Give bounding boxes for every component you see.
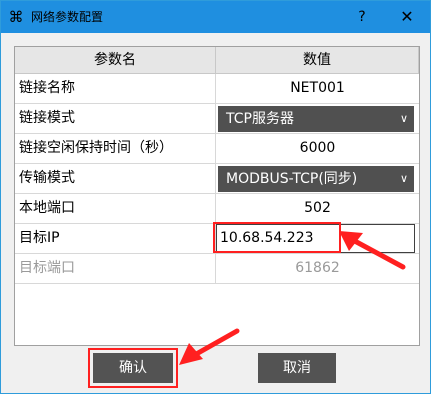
- dropdown-value: TCP服务器: [226, 111, 294, 127]
- network-config-dialog: ⌘ 网络参数配置 ? ✕ 参数名 数值 链接名称 NET001 链接模式 TCP…: [0, 0, 431, 394]
- chevron-down-icon[interactable]: ∨: [400, 106, 408, 132]
- param-name: 本地端口: [15, 194, 216, 223]
- dropdown-value: MODBUS-TCP(同步): [226, 171, 358, 187]
- param-name: 目标IP: [15, 224, 216, 253]
- link-mode-dropdown[interactable]: TCP服务器 ∨: [218, 106, 414, 132]
- param-value[interactable]: 502: [216, 194, 419, 223]
- annotation-arrow-icon: [339, 231, 406, 270]
- param-value[interactable]: 6000: [216, 134, 419, 163]
- param-name: 链接空闲保持时间（秒）: [15, 134, 216, 163]
- param-name: 链接模式: [15, 104, 216, 133]
- confirm-button[interactable]: 确认: [93, 353, 173, 383]
- chevron-down-icon[interactable]: ∨: [400, 166, 408, 192]
- annotation-arrow-icon: [179, 328, 240, 365]
- column-header-value: 数值: [216, 47, 419, 74]
- window-title: 网络参数配置: [31, 10, 104, 24]
- param-name: 链接名称: [15, 74, 216, 103]
- column-header-name: 参数名: [15, 47, 216, 74]
- table-row[interactable]: 链接模式 TCP服务器 ∨: [15, 104, 419, 134]
- cancel-button[interactable]: 取消: [258, 353, 336, 383]
- transfer-mode-dropdown[interactable]: MODBUS-TCP(同步) ∨: [218, 166, 414, 192]
- title-bar[interactable]: ⌘ 网络参数配置 ? ✕: [1, 1, 430, 33]
- table-row[interactable]: 本地端口 502: [15, 194, 419, 224]
- param-name: 目标端口: [15, 254, 216, 283]
- table-row[interactable]: 链接空闲保持时间（秒） 6000: [15, 134, 419, 164]
- param-value[interactable]: NET001: [216, 74, 419, 103]
- annotation-highlight: [213, 222, 341, 253]
- table-row[interactable]: 传输模式 MODBUS-TCP(同步) ∨: [15, 164, 419, 194]
- close-button[interactable]: ✕: [393, 5, 421, 29]
- table-row[interactable]: 链接名称 NET001: [15, 74, 419, 104]
- network-config-icon: ⌘: [8, 8, 24, 26]
- param-name: 传输模式: [15, 164, 216, 193]
- parameter-table: 参数名 数值 链接名称 NET001 链接模式 TCP服务器 ∨ 链接空闲保持时…: [14, 46, 420, 346]
- help-button[interactable]: ?: [349, 5, 375, 29]
